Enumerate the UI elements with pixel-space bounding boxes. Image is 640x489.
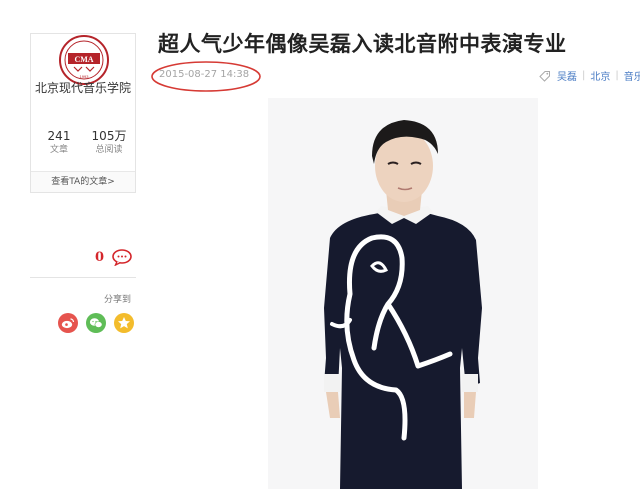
logo-year: 1993 bbox=[80, 74, 90, 79]
tag-link[interactable]: 北京 bbox=[590, 68, 610, 83]
article-datetime: 2015-08-27 14:38 bbox=[159, 69, 250, 80]
author-name[interactable]: 北京现代音乐学院 bbox=[31, 80, 135, 96]
tag-link[interactable]: 音乐 bbox=[624, 68, 640, 83]
stat-articles-value: 241 bbox=[47, 129, 71, 143]
logo-text: CMA bbox=[74, 55, 93, 64]
article-title: 超人气少年偶像吴磊入读北音附中表演专业 bbox=[158, 32, 567, 56]
wechat-icon[interactable] bbox=[86, 313, 106, 333]
comment-count: 0 bbox=[95, 250, 105, 265]
stat-articles: 241 文章 bbox=[33, 129, 85, 156]
tag-icon bbox=[539, 70, 551, 82]
article-tags: 吴磊 | 北京 | 音乐 bbox=[539, 68, 640, 83]
article-photo bbox=[268, 98, 538, 489]
tag-link[interactable]: 吴磊 bbox=[557, 68, 577, 83]
share-label: 分享到 bbox=[104, 295, 132, 305]
stat-reads-value: 105万 bbox=[91, 129, 127, 143]
divider bbox=[30, 277, 136, 278]
qzone-icon[interactable] bbox=[114, 313, 134, 333]
stat-reads-label: 总阅读 bbox=[95, 145, 123, 155]
weibo-icon[interactable] bbox=[58, 313, 78, 333]
tag-separator: | bbox=[582, 70, 586, 81]
author-logo[interactable]: CMA 1993 bbox=[58, 34, 110, 86]
view-articles-link[interactable]: 查看TA的文章> bbox=[31, 171, 135, 192]
stat-articles-label: 文章 bbox=[49, 145, 68, 155]
comment-icon[interactable] bbox=[112, 249, 132, 267]
comment-row[interactable]: 0 bbox=[95, 249, 132, 267]
author-card: CMA 1993 北京现代音乐学院 241 文章 105万 总阅读 查看TA的文… bbox=[30, 33, 136, 193]
tag-separator: | bbox=[615, 70, 619, 81]
stat-reads: 105万 总阅读 bbox=[83, 129, 135, 156]
share-icons bbox=[58, 313, 134, 333]
